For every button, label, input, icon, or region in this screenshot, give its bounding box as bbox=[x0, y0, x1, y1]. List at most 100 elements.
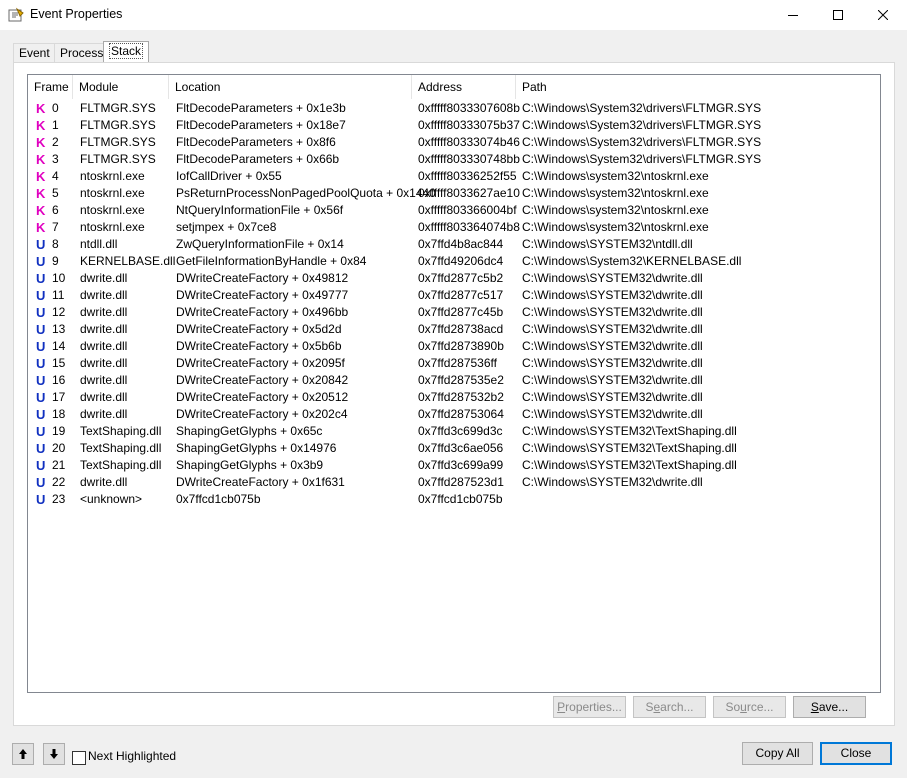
cell-location: ZwQueryInformationFile + 0x14 bbox=[176, 237, 344, 251]
maximize-button[interactable] bbox=[815, 0, 861, 30]
next-highlighted-checkbox[interactable] bbox=[72, 751, 86, 765]
kernel-mode-icon: K bbox=[36, 135, 46, 150]
minimize-button[interactable] bbox=[770, 0, 816, 30]
list-header: Frame Module Location Address Path bbox=[28, 75, 880, 99]
column-header-frame[interactable]: Frame bbox=[28, 75, 73, 99]
table-row[interactable]: K 2 FLTMGR.SYS FltDecodeParameters + 0x8f6 0… bbox=[28, 134, 880, 151]
table-row[interactable]: U 11 dwrite.dll DWriteCreateFactory + 0x497… bbox=[28, 287, 880, 304]
cell-path: C:\Windows\SYSTEM32\ntdll.dll bbox=[522, 237, 693, 251]
cell-path: C:\Windows\SYSTEM32\dwrite.dll bbox=[522, 356, 703, 370]
user-mode-icon: U bbox=[36, 271, 46, 286]
column-header-address[interactable]: Address bbox=[412, 75, 516, 99]
table-row[interactable]: K 7 ntoskrnl.exe setjmpex + 0x7ce8 0xfffff80… bbox=[28, 219, 880, 236]
source-button[interactable]: Source... bbox=[713, 696, 786, 718]
title-bar: Event Properties bbox=[0, 0, 907, 30]
cell-frame: 5 bbox=[52, 186, 59, 200]
kernel-mode-icon: K bbox=[36, 186, 46, 201]
table-row[interactable]: U 13 dwrite.dll DWriteCreateFactory + 0x5d2… bbox=[28, 321, 880, 338]
cell-module: dwrite.dll bbox=[80, 288, 128, 302]
table-row[interactable]: U 22 dwrite.dll DWriteCreateFactory + 0x1f6… bbox=[28, 474, 880, 491]
cell-location: DWriteCreateFactory + 0x496bb bbox=[176, 305, 349, 319]
table-row[interactable]: U 21 TextShaping.dll ShapingGetGlyphs + 0x3… bbox=[28, 457, 880, 474]
window-title: Event Properties bbox=[30, 7, 123, 21]
properties-button[interactable]: Properties... bbox=[553, 696, 626, 718]
cell-frame: 13 bbox=[52, 322, 66, 336]
close-window-button[interactable] bbox=[860, 0, 906, 30]
column-header-module[interactable]: Module bbox=[73, 75, 169, 99]
copy-all-button[interactable]: Copy All bbox=[742, 742, 813, 765]
cell-module: dwrite.dll bbox=[80, 373, 128, 387]
table-row[interactable]: K 1 FLTMGR.SYS FltDecodeParameters + 0x18e7… bbox=[28, 117, 880, 134]
cell-location: DWriteCreateFactory + 0x49777 bbox=[176, 288, 349, 302]
cell-address: 0x7ffcd1cb075b bbox=[418, 492, 503, 506]
table-row[interactable]: U 20 TextShaping.dll ShapingGetGlyphs + 0x1… bbox=[28, 440, 880, 457]
column-header-location[interactable]: Location bbox=[169, 75, 412, 99]
next-highlighted-label[interactable]: Next Highlighted bbox=[88, 749, 176, 763]
maximize-icon bbox=[833, 10, 843, 20]
next-highlight-button[interactable] bbox=[43, 743, 65, 765]
table-row[interactable]: U 9 KERNELBASE.dll GetFileInformationByHand… bbox=[28, 253, 880, 270]
user-mode-icon: U bbox=[36, 475, 46, 490]
cell-module: ntoskrnl.exe bbox=[80, 203, 145, 217]
cell-module: FLTMGR.SYS bbox=[80, 135, 156, 149]
user-mode-icon: U bbox=[36, 407, 46, 422]
tab-stack[interactable]: Stack bbox=[103, 41, 150, 63]
table-row[interactable]: U 15 dwrite.dll DWriteCreateFactory + 0x209… bbox=[28, 355, 880, 372]
cell-frame: 16 bbox=[52, 373, 66, 387]
cell-module: dwrite.dll bbox=[80, 305, 128, 319]
column-header-path[interactable]: Path bbox=[516, 75, 880, 99]
table-row[interactable]: U 14 dwrite.dll DWriteCreateFactory + 0x5b6… bbox=[28, 338, 880, 355]
table-row[interactable]: U 8 ntdll.dll ZwQueryInformationFile + 0x14… bbox=[28, 236, 880, 253]
cell-path: C:\Windows\SYSTEM32\dwrite.dll bbox=[522, 390, 703, 404]
stack-list[interactable]: Frame Module Location Address Path K 0 FLT… bbox=[27, 74, 881, 693]
table-row[interactable]: U 17 dwrite.dll DWriteCreateFactory + 0x205… bbox=[28, 389, 880, 406]
cell-address: 0xfffff803366004bf bbox=[418, 203, 517, 217]
cell-location: PsReturnProcessNonPagedPoolQuota + 0x144… bbox=[176, 186, 436, 200]
user-mode-icon: U bbox=[36, 441, 46, 456]
table-row[interactable]: U 19 TextShaping.dll ShapingGetGlyphs + 0x6… bbox=[28, 423, 880, 440]
table-row[interactable]: U 23 <unknown> 0x7ffcd1cb075b 0x7ffcd1cb075b bbox=[28, 491, 880, 508]
user-mode-icon: U bbox=[36, 356, 46, 371]
table-row[interactable]: U 16 dwrite.dll DWriteCreateFactory + 0x208… bbox=[28, 372, 880, 389]
cell-module: ntoskrnl.exe bbox=[80, 169, 145, 183]
cell-module: FLTMGR.SYS bbox=[80, 152, 156, 166]
table-row[interactable]: K 0 FLTMGR.SYS FltDecodeParameters + 0x1e3b… bbox=[28, 100, 880, 117]
cell-address: 0x7ffd4b8ac844 bbox=[418, 237, 504, 251]
cell-address: 0x7ffd28738acd bbox=[418, 322, 504, 336]
kernel-mode-icon: K bbox=[36, 152, 46, 167]
close-button[interactable]: Close bbox=[820, 742, 892, 765]
cell-module: TextShaping.dll bbox=[80, 424, 162, 438]
cell-location: ShapingGetGlyphs + 0x65c bbox=[176, 424, 323, 438]
kernel-mode-icon: K bbox=[36, 118, 46, 133]
cell-address: 0xfffff8033627ae10 bbox=[418, 186, 520, 200]
table-row[interactable]: U 12 dwrite.dll DWriteCreateFactory + 0x496… bbox=[28, 304, 880, 321]
cell-frame: 17 bbox=[52, 390, 66, 404]
cell-path: C:\Windows\System32\drivers\FLTMGR.SYS bbox=[522, 152, 762, 166]
cell-frame: 21 bbox=[52, 458, 66, 472]
cell-module: TextShaping.dll bbox=[80, 441, 162, 455]
table-row[interactable]: K 6 ntoskrnl.exe NtQueryInformationFile + 0… bbox=[28, 202, 880, 219]
cell-address: 0xfffff803364074b8 bbox=[418, 220, 520, 234]
previous-highlight-button[interactable] bbox=[12, 743, 34, 765]
table-row[interactable]: K 5 ntoskrnl.exe PsReturnProcessNonPagedPoo… bbox=[28, 185, 880, 202]
search-button[interactable]: Search... bbox=[633, 696, 706, 718]
cell-address: 0xfffff80336252f55 bbox=[418, 169, 517, 183]
cell-frame: 11 bbox=[52, 288, 65, 302]
cell-module: dwrite.dll bbox=[80, 356, 128, 370]
table-row[interactable]: K 4 ntoskrnl.exe IofCallDriver + 0x55 0xffff… bbox=[28, 168, 880, 185]
table-row[interactable]: K 3 FLTMGR.SYS FltDecodeParameters + 0x66b 0… bbox=[28, 151, 880, 168]
table-row[interactable]: U 10 dwrite.dll DWriteCreateFactory + 0x498… bbox=[28, 270, 880, 287]
table-row[interactable]: U 18 dwrite.dll DWriteCreateFactory + 0x202… bbox=[28, 406, 880, 423]
cell-location: 0x7ffcd1cb075b bbox=[176, 492, 261, 506]
cell-address: 0x7ffd2877c45b bbox=[418, 305, 504, 319]
cell-frame: 9 bbox=[52, 254, 59, 268]
cell-location: DWriteCreateFactory + 0x1f631 bbox=[176, 475, 345, 489]
kernel-mode-icon: K bbox=[36, 169, 46, 184]
tab-event[interactable]: Event bbox=[13, 43, 56, 62]
cell-frame: 23 bbox=[52, 492, 66, 506]
save-button[interactable]: Save... bbox=[793, 696, 866, 718]
tab-process[interactable]: Process bbox=[54, 43, 110, 62]
cell-location: DWriteCreateFactory + 0x5b6b bbox=[176, 339, 342, 353]
user-mode-icon: U bbox=[36, 305, 46, 320]
cell-frame: 3 bbox=[52, 152, 59, 166]
